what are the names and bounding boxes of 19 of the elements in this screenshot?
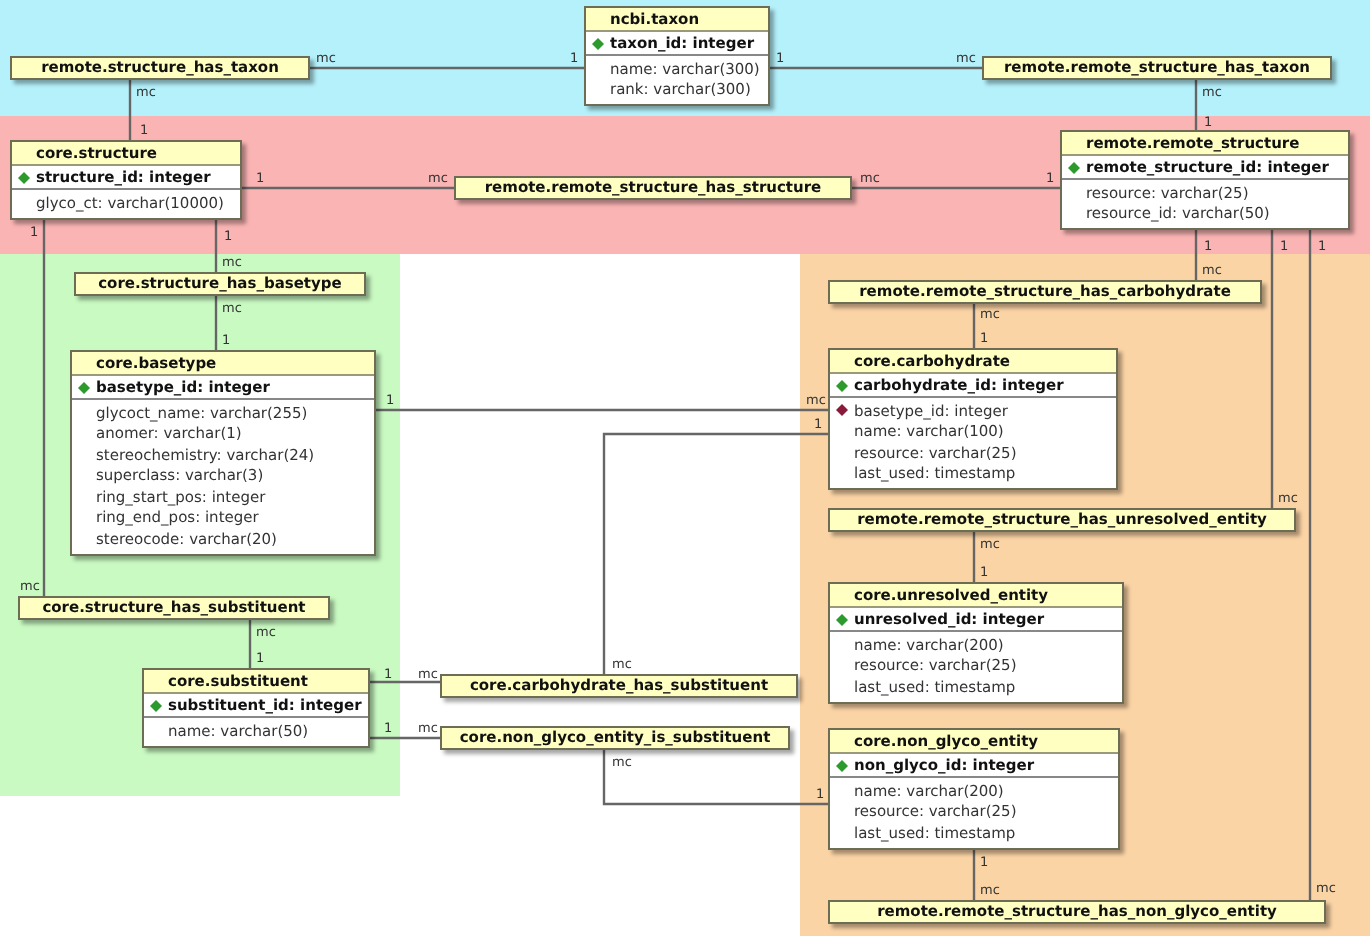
- connector-line: [972, 532, 976, 582]
- diamond-icon: [18, 171, 30, 183]
- connector-line: [972, 304, 976, 348]
- connector-line: [248, 620, 252, 668]
- diamond-icon: [836, 379, 848, 391]
- connector-line: [370, 736, 440, 740]
- connector-line: [1194, 230, 1198, 280]
- connector-line: [370, 680, 440, 684]
- diamond-icon: [592, 37, 604, 49]
- connector-line: [128, 80, 132, 140]
- diamond-icon: [1068, 161, 1080, 173]
- diamond-icon: [836, 759, 848, 771]
- diamond-icon: [836, 613, 848, 625]
- connector-line: [214, 296, 218, 350]
- diamond-icon: [150, 699, 162, 711]
- connector-line: [972, 849, 976, 900]
- connector-line: [214, 219, 218, 272]
- connector-line: [1194, 80, 1198, 130]
- diamond-icon: [78, 381, 90, 393]
